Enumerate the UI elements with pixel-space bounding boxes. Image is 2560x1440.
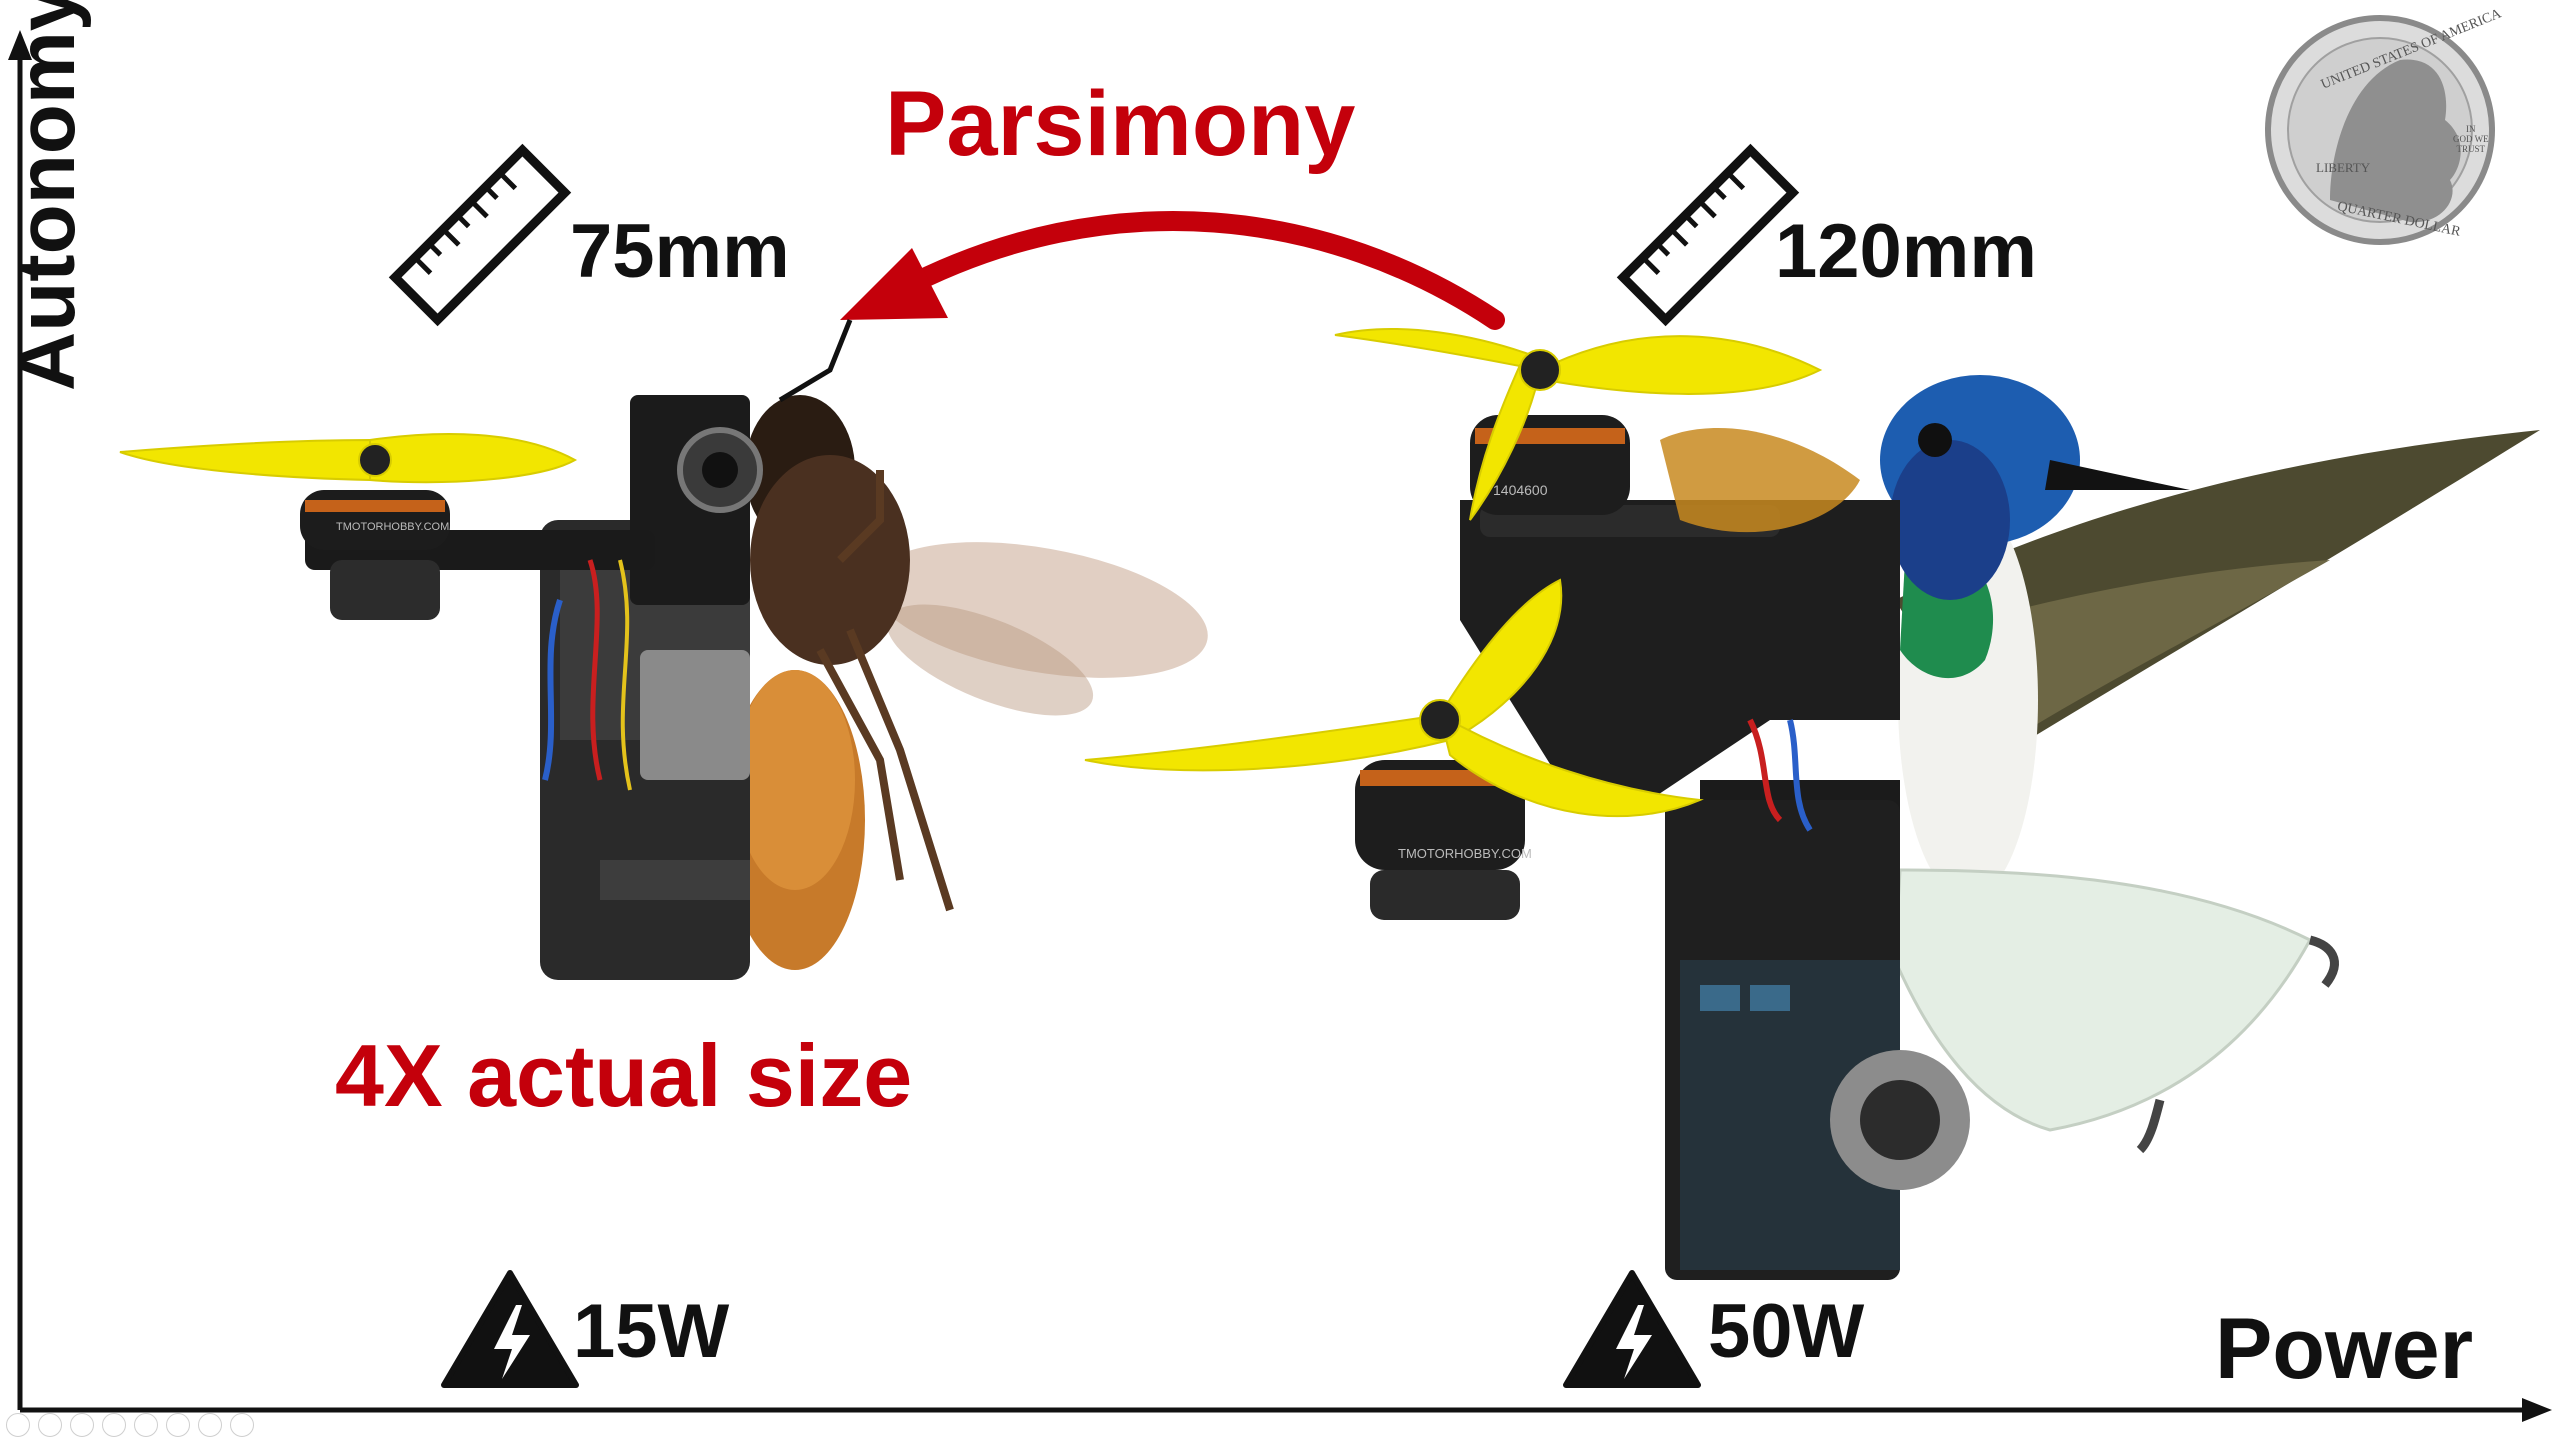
coin-motto-line3: TRUST	[2456, 144, 2486, 154]
diagram-canvas	[8, 15, 2552, 1422]
propeller	[119, 433, 578, 484]
toolbar-button[interactable]	[134, 1413, 158, 1437]
parsimony-arrow	[840, 211, 1505, 330]
toolbar-button[interactable]	[230, 1413, 254, 1437]
power-warning-icon	[441, 1270, 579, 1388]
y-axis-label: Autonomy	[1, 0, 92, 391]
slide-toolbar	[6, 1410, 254, 1440]
coin-motto-line1: IN	[2466, 124, 2476, 134]
small-drone	[119, 319, 1208, 980]
large-drone	[1084, 328, 2540, 1280]
coin-motto-line2: GOD WE	[2453, 134, 2489, 144]
x-axis	[20, 1398, 2552, 1422]
toolbar-button[interactable]	[70, 1413, 94, 1437]
parsimony-title: Parsimony	[885, 73, 1356, 175]
scale-caption: 4X actual size	[335, 1026, 913, 1125]
ruler-icon	[1616, 143, 1800, 327]
ruler-icon	[388, 143, 572, 327]
coin-liberty-text: LIBERTY	[2316, 160, 2371, 175]
large-drone-size: 120mm	[1775, 209, 2037, 294]
toolbar-button[interactable]	[6, 1413, 30, 1437]
small-drone-power: 15W	[573, 1289, 730, 1374]
small-drone-size: 75mm	[570, 209, 790, 294]
x-axis-label: Power	[2215, 1301, 2474, 1397]
coin-motto: IN GOD WE TRUST	[2453, 124, 2489, 154]
small-motor-brand: TMOTORHOBBY.COM	[336, 521, 450, 533]
large-drone-power: 50W	[1708, 1289, 1865, 1374]
toolbar-button[interactable]	[102, 1413, 126, 1437]
large-motor-model: 1404600	[1493, 482, 1548, 498]
bee-illustration	[725, 319, 1208, 970]
power-warning-icon	[1563, 1270, 1701, 1388]
large-motor-brand: TMOTORHOBBY.COM	[1398, 846, 1532, 861]
toolbar-button[interactable]	[38, 1413, 62, 1437]
hummingbird-illustration	[1880, 375, 2540, 1154]
toolbar-button[interactable]	[198, 1413, 222, 1437]
small-drone-body	[300, 395, 763, 980]
toolbar-button[interactable]	[166, 1413, 190, 1437]
